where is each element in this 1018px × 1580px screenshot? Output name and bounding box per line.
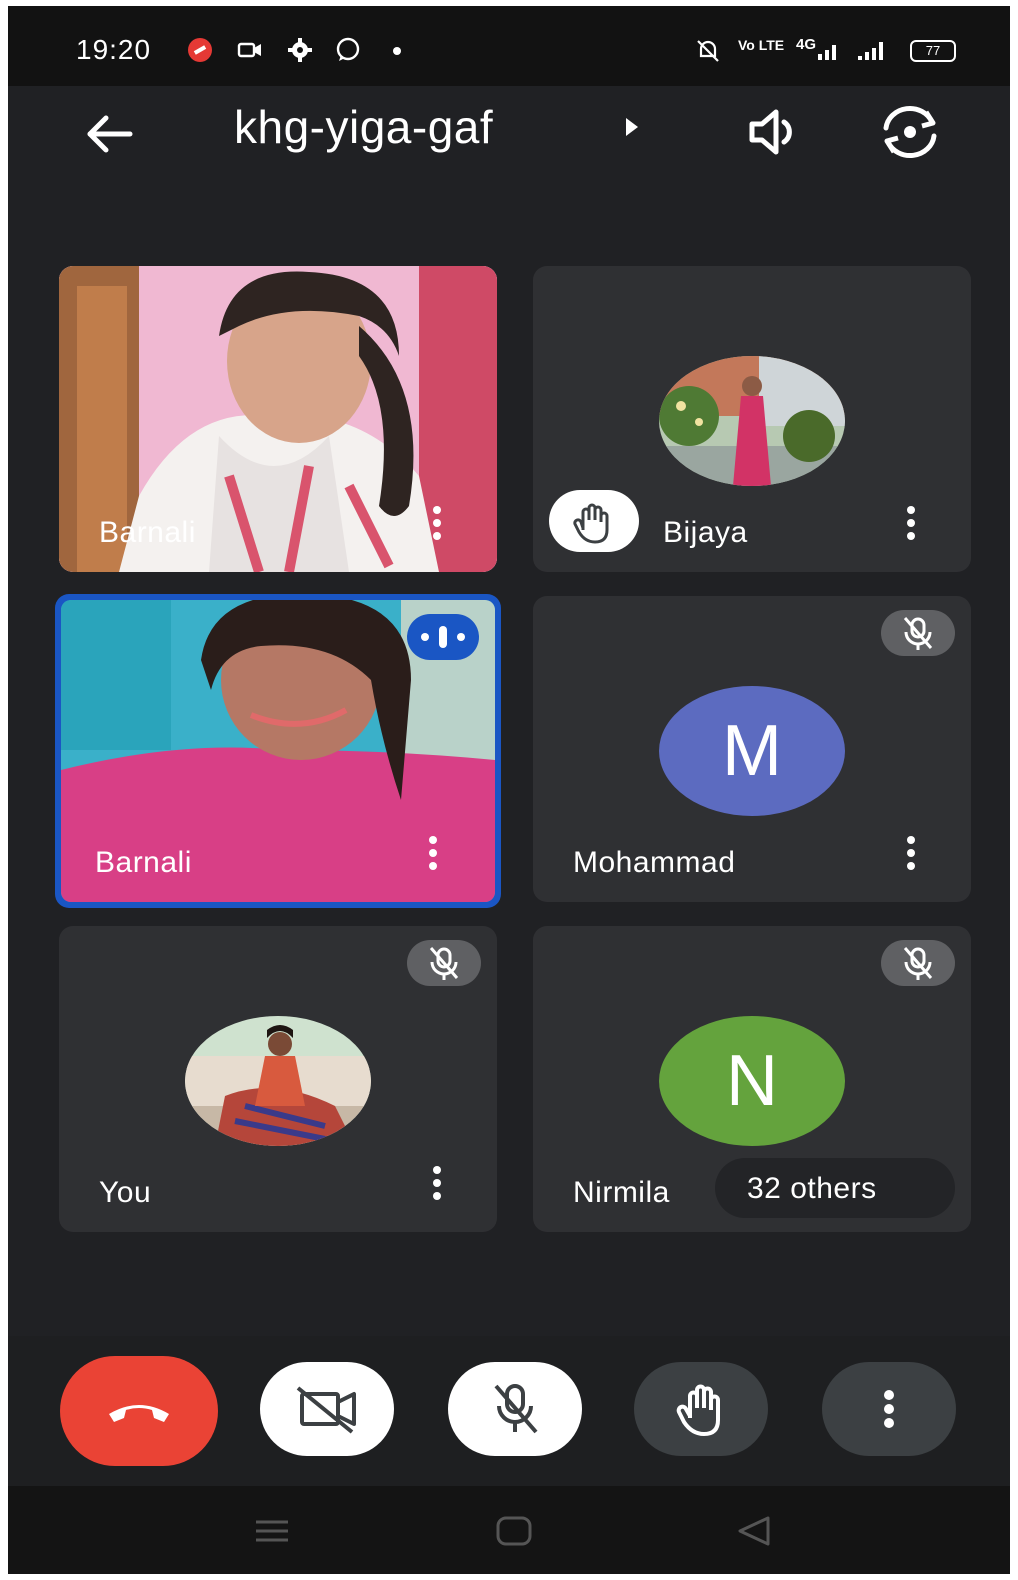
whatsapp-icon	[336, 37, 360, 61]
participant-name: Barnali	[99, 516, 196, 549]
caret-right-icon[interactable]	[624, 116, 640, 138]
speaker-icon[interactable]	[744, 102, 804, 162]
system-nav-bar	[8, 1486, 1010, 1574]
meet-screen: 19:20 Vo LTE 4G 77 khg-yiga-gaf Barnali …	[8, 6, 1010, 1574]
raised-hand-icon	[676, 1384, 720, 1436]
participant-name: Barnali	[95, 846, 192, 879]
participant-name: Mohammad	[573, 846, 736, 879]
participant-tile[interactable]: Bijaya	[533, 266, 971, 572]
meeting-code[interactable]: khg-yiga-gaf	[234, 100, 493, 154]
end-call-button[interactable]	[60, 1356, 218, 1466]
camera-toggle-button[interactable]	[260, 1362, 394, 1456]
red-app-icon	[188, 38, 212, 62]
mic-off-icon	[429, 947, 459, 980]
raised-hand-icon	[573, 503, 609, 544]
participant-avatar	[659, 356, 845, 486]
participant-avatar	[185, 1016, 371, 1146]
participant-avatar: M	[659, 686, 845, 816]
more-options-button[interactable]	[822, 1362, 956, 1456]
status-time: 19:20	[76, 34, 152, 65]
mic-off-badge	[407, 940, 481, 986]
dot-icon	[393, 47, 401, 55]
signal-icon	[818, 45, 836, 60]
participant-avatar: N	[659, 1016, 845, 1146]
video-camera-icon	[237, 42, 261, 58]
more-options-icon[interactable]	[423, 836, 443, 878]
speaking-indicator-icon	[407, 614, 479, 660]
participant-tile-active-speaker[interactable]: Barnali	[55, 594, 501, 908]
participant-tile[interactable]: N Nirmila 32 others	[533, 926, 971, 1232]
mic-off-icon	[903, 947, 933, 980]
more-options-icon[interactable]	[901, 836, 921, 878]
more-options-icon[interactable]	[427, 1166, 447, 1208]
signal-icon	[858, 42, 883, 60]
participant-tile[interactable]: Barnali	[59, 266, 497, 572]
raised-hand-badge	[549, 490, 639, 552]
bell-mute-icon	[697, 40, 719, 62]
participant-tile[interactable]: M Mohammad	[533, 596, 971, 902]
gear-icon	[288, 38, 312, 62]
mic-off-badge	[881, 610, 955, 656]
back-icon[interactable]	[734, 1514, 774, 1548]
participant-name: Bijaya	[663, 516, 748, 549]
battery-icon: 77	[910, 40, 956, 62]
more-options-icon[interactable]	[901, 506, 921, 548]
others-count-chip[interactable]: 32 others	[715, 1158, 955, 1218]
mic-off-badge	[881, 940, 955, 986]
mic-toggle-button[interactable]	[448, 1362, 582, 1456]
back-arrow-icon[interactable]	[80, 104, 140, 164]
menu-icon[interactable]	[252, 1516, 292, 1546]
battery-level: 77	[925, 43, 941, 58]
others-count-label: 32 others	[747, 1172, 877, 1205]
status-bar: 19:20 Vo LTE 4G 77	[8, 6, 1010, 86]
volte-label: Vo LTE	[738, 37, 785, 53]
mic-off-icon	[494, 1384, 538, 1434]
network-type-label: 4G	[796, 36, 817, 53]
meeting-header: khg-yiga-gaf	[8, 86, 1010, 186]
raise-hand-button[interactable]	[634, 1362, 768, 1456]
more-options-icon[interactable]	[427, 506, 447, 548]
mic-off-icon	[903, 617, 933, 650]
flip-camera-icon[interactable]	[876, 100, 944, 164]
camera-off-icon	[296, 1386, 356, 1434]
participant-name: You	[99, 1176, 152, 1209]
phone-hangup-icon	[109, 1405, 169, 1422]
participant-tile-self[interactable]: You	[59, 926, 497, 1232]
participant-name: Nirmila	[573, 1176, 670, 1209]
more-vert-icon	[884, 1390, 894, 1428]
call-controls	[8, 1336, 1010, 1486]
home-icon[interactable]	[494, 1514, 534, 1548]
